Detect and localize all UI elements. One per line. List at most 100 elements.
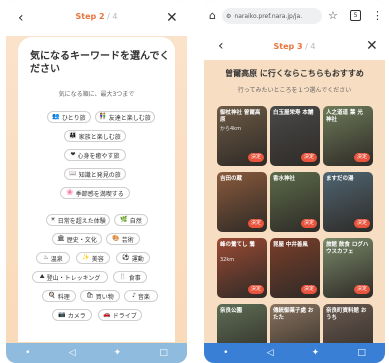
- blossom-icon: 🌸: [66, 189, 74, 196]
- step-total: / 4: [104, 12, 118, 21]
- browser-toolbar: ⌂ ⚙ naraiko.pref.nara.jp/ja. ☆ 5 ⋮: [204, 0, 385, 32]
- decide-button[interactable]: 決定: [354, 219, 370, 228]
- decide-button[interactable]: 決定: [301, 285, 317, 294]
- keyword-chip[interactable]: 🎨 芸術: [106, 233, 140, 245]
- sun-icon: ☀: [50, 216, 56, 223]
- keyword-chip[interactable]: 👫 友達と楽しむ旅: [95, 111, 155, 123]
- step-current: Step 2: [75, 12, 105, 21]
- chip-label: 家族と楽しむ旅: [78, 133, 121, 141]
- keyword-chip[interactable]: 👨‍👩‍👧 家族と楽しむ旅: [64, 130, 126, 142]
- keyword-chip[interactable]: ⚽ 運動: [116, 252, 150, 264]
- chip-label: 芸術: [121, 236, 134, 244]
- spot-name: 人之道道 葉 光 神社: [326, 110, 363, 123]
- close-icon[interactable]: ✕: [166, 11, 178, 25]
- spot-tile[interactable]: ますだの湯 決定: [323, 172, 373, 232]
- dot-icon: •: [25, 348, 31, 358]
- spot-name: 旅館 飲食 ログハウスカフェ: [326, 242, 369, 255]
- keyword-chip[interactable]: 🌸 季節感を満喫する: [60, 187, 130, 199]
- keyword-chip[interactable]: ♨ 温泉: [36, 252, 70, 264]
- palette-icon: 🎨: [112, 235, 120, 242]
- ball-icon: ⚽: [122, 254, 130, 261]
- close-icon[interactable]: ✕: [366, 39, 378, 53]
- chip-label: 食事: [128, 274, 141, 282]
- chip-label: カメラ: [67, 312, 86, 320]
- spot-name: 白玉屋栄寿 本舗: [273, 110, 314, 116]
- card-note: 気になる順に、最大3つまで: [58, 91, 135, 98]
- shopping-icon: 🛍: [86, 292, 94, 299]
- spot-tile[interactable]: 白玉屋栄寿 本舗決定: [270, 106, 320, 166]
- wizard-header: ‹ Step 3 / 4 ✕: [204, 32, 385, 60]
- url-bar[interactable]: ⚙ naraiko.pref.nara.jp/ja.: [222, 8, 322, 24]
- menu-kebab-icon[interactable]: ⋮: [372, 9, 383, 23]
- home-icon[interactable]: ⌂: [209, 9, 216, 23]
- spot-tile[interactable]: 人之道道 葉 光 神社決定: [323, 106, 373, 166]
- wizard-header: ‹ Step 2 / 4 ✕: [6, 0, 187, 36]
- fork-icon: 🍴: [119, 273, 127, 280]
- keyword-chip[interactable]: 🍳 料理: [42, 290, 76, 302]
- decide-button[interactable]: 決定: [354, 153, 370, 162]
- decide-button[interactable]: 決定: [301, 153, 317, 162]
- spot-distance: 32km: [220, 257, 235, 263]
- back-nav-icon[interactable]: ◁: [267, 348, 274, 358]
- chip-label: 自然: [129, 217, 142, 225]
- card-title: 気になるキーワードを選んでください: [30, 51, 170, 75]
- keyword-chip[interactable]: 📷 カメラ: [52, 309, 92, 321]
- site-settings-icon[interactable]: ⚙: [226, 13, 231, 20]
- star-icon[interactable]: ☆: [328, 9, 338, 23]
- keyword-chip[interactable]: ✨ 美容: [76, 252, 110, 264]
- spot-tile[interactable]: 御杖神社 曽爾高原 から4km 決定: [217, 106, 267, 166]
- step-indicator: Step 3 / 4: [204, 42, 385, 51]
- spot-tile[interactable]: 香水神社 決定: [270, 172, 320, 232]
- spot-tile[interactable]: 吉田の蔵 決定: [217, 172, 267, 232]
- phone-left: ‹ Step 2 / 4 ✕ 気になるキーワードを選んでください 気になる順に、…: [6, 0, 187, 363]
- chip-label: 運動: [131, 255, 144, 263]
- url-text: naraiko.pref.nara.jp/ja.: [234, 12, 303, 20]
- spot-tile[interactable]: 旅館 飲食 ログハウスカフェ決定: [323, 238, 373, 298]
- dot-icon: •: [223, 348, 229, 358]
- decide-button[interactable]: 決定: [248, 153, 264, 162]
- keyword-chip[interactable]: 📖 知識と発見の旅: [64, 168, 126, 180]
- keyword-chip[interactable]: 🛍 買い物: [80, 290, 120, 302]
- chip-label: 美容: [91, 255, 104, 263]
- keyword-chip[interactable]: 🍴 食事: [113, 271, 147, 283]
- decide-button[interactable]: 決定: [301, 219, 317, 228]
- chip-label: 料理: [57, 293, 70, 301]
- recents-nav-icon[interactable]: □: [159, 348, 168, 358]
- heart-icon: ❤: [70, 151, 76, 158]
- spot-name: 傳統御菓子處 おたた: [273, 308, 314, 321]
- phone-right: ⌂ ⚙ naraiko.pref.nara.jp/ja. ☆ 5 ⋮ ‹ Ste…: [204, 0, 385, 363]
- spot-name: 昆屋 中井善風: [273, 242, 308, 248]
- chip-label: 買い物: [95, 293, 114, 301]
- keyword-chip[interactable]: ♪ 音楽: [124, 290, 158, 302]
- decide-button[interactable]: 決定: [354, 285, 370, 294]
- keyword-chip[interactable]: ☀ 日常を超えた体験: [46, 214, 110, 226]
- back-nav-icon[interactable]: ◁: [69, 348, 76, 358]
- keyword-chip[interactable]: 👥 ひとり旅: [47, 111, 91, 123]
- chip-label: 温泉: [50, 255, 63, 263]
- cooking-icon: 🍳: [48, 292, 56, 299]
- keyword-chip[interactable]: ⛰ 登山・トレッキング: [32, 271, 108, 283]
- car-icon: 🚗: [103, 311, 111, 318]
- step-total: / 4: [302, 42, 316, 51]
- family-icon: 👨‍👩‍👧: [69, 132, 77, 139]
- friends-icon: 👫: [99, 113, 107, 120]
- keyword-chip[interactable]: 🏛 歴史・文化: [52, 233, 102, 245]
- decide-button[interactable]: 決定: [248, 285, 264, 294]
- tab-switcher-button[interactable]: 5: [350, 10, 361, 21]
- spot-name: 奈良公園: [220, 308, 243, 314]
- keyword-chip[interactable]: ❤ 心身を癒やす旅: [64, 149, 126, 161]
- temple-icon: 🏛: [57, 235, 65, 242]
- home-nav-icon[interactable]: ✦: [312, 348, 320, 358]
- home-nav-icon[interactable]: ✦: [114, 348, 122, 358]
- people-icon: 👥: [52, 113, 60, 120]
- chip-label: 日常を超えた体験: [57, 217, 106, 225]
- keyword-chip[interactable]: 🚗 ドライブ: [98, 309, 142, 321]
- keyword-chip[interactable]: 🌿 自然: [114, 214, 148, 226]
- decide-button[interactable]: 決定: [248, 219, 264, 228]
- spot-tile[interactable]: 昆屋 中井善風決定: [270, 238, 320, 298]
- recents-nav-icon[interactable]: □: [357, 348, 366, 358]
- spot-tile[interactable]: 峰の鶯てし 鶯 32km 決定: [217, 238, 267, 298]
- chip-label: 友達と楽しむ旅: [108, 114, 151, 122]
- spot-distance: から4km: [220, 126, 241, 132]
- sparkle-icon: ✨: [82, 254, 90, 261]
